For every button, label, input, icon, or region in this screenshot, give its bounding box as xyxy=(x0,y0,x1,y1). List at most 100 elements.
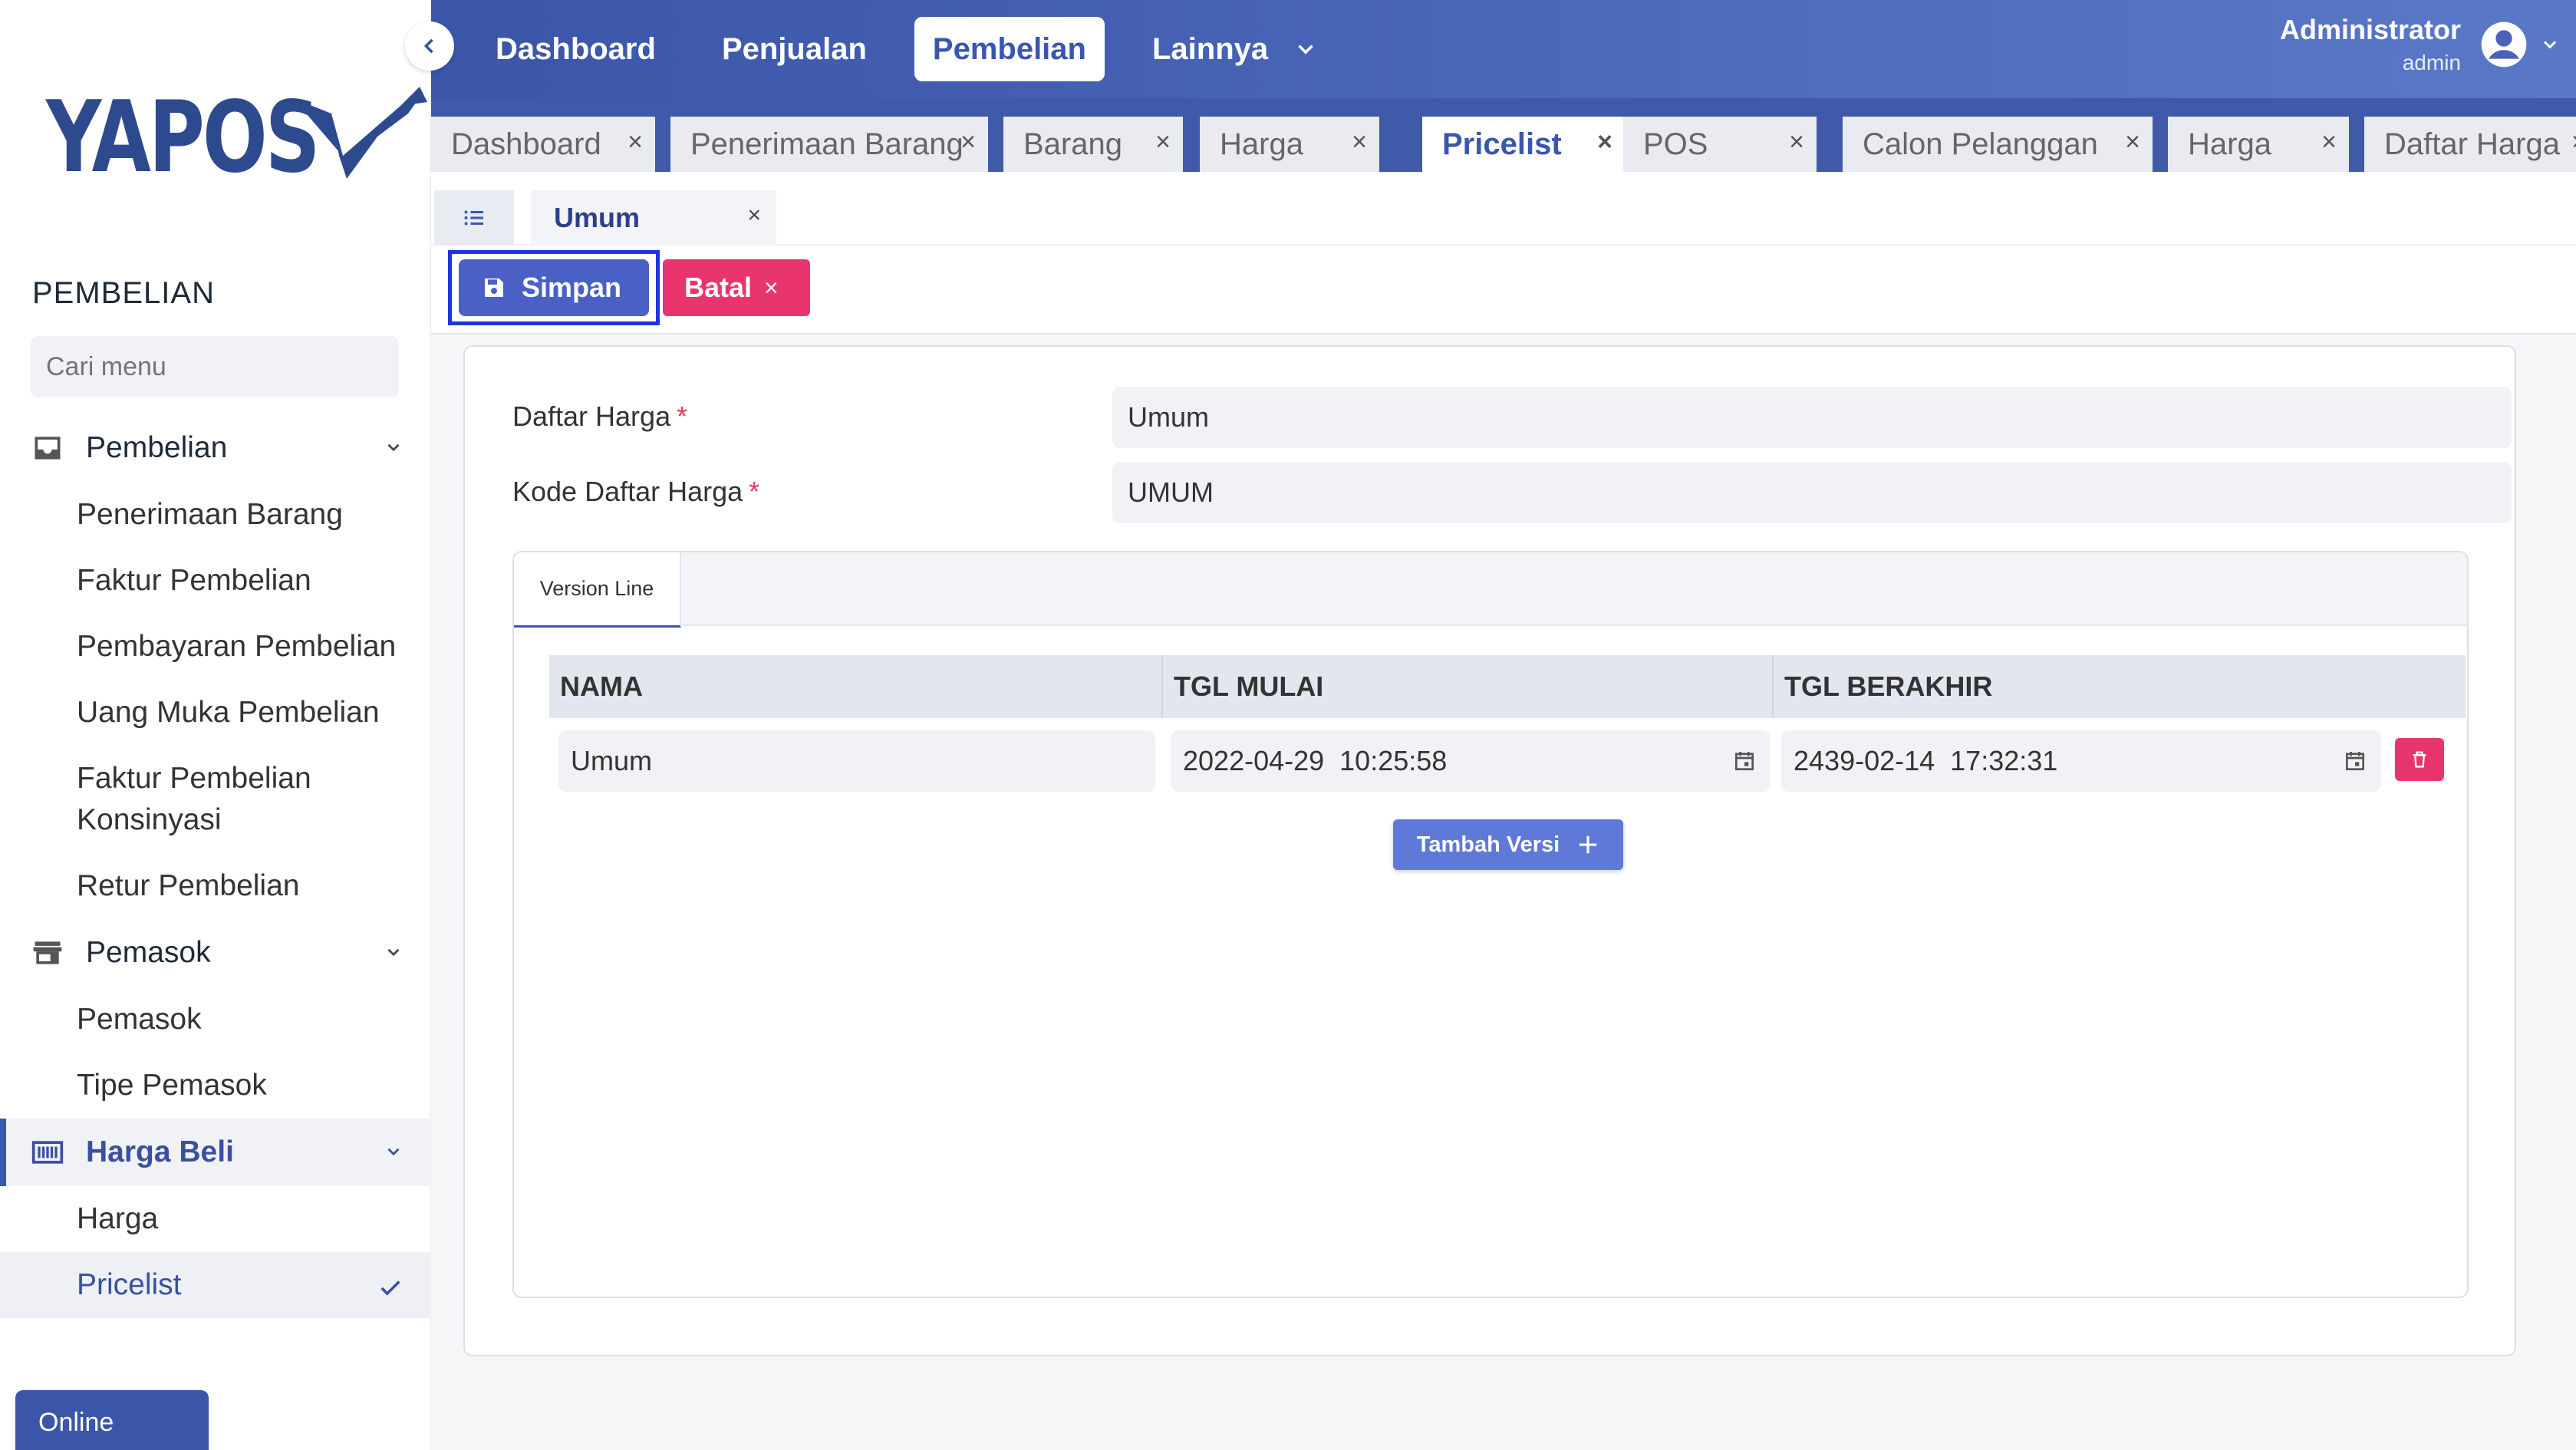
sidebar-item-faktur-pembelian[interactable]: Faktur Pembelian xyxy=(0,548,431,614)
close-icon[interactable]: × xyxy=(628,127,643,157)
cancel-button[interactable]: Batal × xyxy=(663,259,810,316)
nav-pembelian[interactable]: Pembelian xyxy=(914,17,1105,81)
tab-label: Dashboard xyxy=(451,127,601,161)
bird-logo-icon xyxy=(293,87,427,179)
inbox-tray-icon xyxy=(35,437,61,460)
top-nav: Dashboard Penjualan Pembelian Lainnya xyxy=(477,17,1319,81)
record-tabs: Umum × xyxy=(431,172,2576,246)
nama-input[interactable]: Umum xyxy=(558,730,1155,792)
sidebar-item-retur-pembelian[interactable]: Retur Pembelian xyxy=(0,853,431,919)
tab-label: Barang xyxy=(1023,127,1122,161)
chevron-left-icon xyxy=(423,38,433,54)
field-label: Daftar Harga * xyxy=(512,400,687,433)
floppy-disk-icon xyxy=(485,278,503,297)
tab-daftar-harga[interactable]: Daftar Harga × xyxy=(2364,117,2576,172)
list-icon xyxy=(464,210,483,226)
action-bar: Simpan Batal × xyxy=(431,246,2576,334)
tab-calon-pelanggan[interactable]: Calon Pelanggan × xyxy=(1843,117,2153,172)
tab-barang[interactable]: Barang × xyxy=(1003,117,1183,172)
main-content: Umum × Simpan Batal × Daftar Harga * Umum… xyxy=(431,172,2576,1450)
open-tabs-bar: Dashboard × Penerimaan Barang × Barang × Ha… xyxy=(431,98,2576,172)
tab-harga[interactable]: Harga × xyxy=(1200,117,1379,172)
sidebar-item-harga[interactable]: Harga xyxy=(0,1186,431,1252)
sidebar-group-harga-beli[interactable]: Harga Beli xyxy=(0,1119,431,1186)
calendar-icon[interactable] xyxy=(2343,749,2367,773)
sidebar-item-faktur-pembelian-konsinyasi[interactable]: Faktur Pembelian Konsinyasi xyxy=(0,746,399,853)
tab-label: Calon Pelanggan xyxy=(1863,127,2098,161)
barcode-icon xyxy=(31,1141,64,1164)
tab-penerimaan-barang[interactable]: Penerimaan Barang × xyxy=(670,117,988,172)
brand-name: YAPOS xyxy=(46,81,320,195)
close-icon[interactable]: × xyxy=(2571,127,2576,157)
close-icon[interactable]: × xyxy=(1352,127,1367,157)
sidebar-item-pembayaran-pembelian[interactable]: Pembayaran Pembelian xyxy=(0,614,431,680)
user-role: admin xyxy=(2402,51,2461,74)
cancel-button-label: Batal xyxy=(684,272,753,303)
top-navbar: Dashboard Penjualan Pembelian Lainnya Ad… xyxy=(431,0,2576,98)
sidebar-group-pemasok[interactable]: Pemasok xyxy=(0,919,431,987)
close-icon[interactable]: × xyxy=(1789,127,1804,157)
close-icon[interactable]: × xyxy=(747,203,761,229)
close-icon[interactable]: × xyxy=(2321,127,2337,157)
tab-version-line[interactable]: Version Line xyxy=(514,552,681,628)
kode-daftar-harga-input[interactable]: UMUM xyxy=(1112,462,2512,523)
required-mark: * xyxy=(749,476,760,507)
online-status-button[interactable]: Online xyxy=(15,1390,209,1450)
tgl-berakhir-input[interactable]: 2439-02-14 17:32:31 xyxy=(1781,730,2381,792)
close-icon[interactable]: × xyxy=(1155,127,1171,157)
form-row-daftar-harga: Daftar Harga * Umum xyxy=(512,387,2512,448)
sidebar-item-pemasok[interactable]: Pemasok xyxy=(0,987,431,1053)
chevron-down-icon xyxy=(387,948,400,957)
sidebar: YAPOS PEMBELIAN Pembelian Penerimaan Bar… xyxy=(0,0,431,1450)
tab-pricelist[interactable]: Pricelist × xyxy=(1422,117,1625,172)
close-icon[interactable]: × xyxy=(1597,127,1612,157)
menu-search-input[interactable] xyxy=(46,351,386,382)
tab-pos[interactable]: POS × xyxy=(1623,117,1817,172)
kode-daftar-harga-label: Kode Daftar Harga xyxy=(512,476,743,507)
daftar-harga-input[interactable]: Umum xyxy=(1112,387,2512,448)
panel-tab-strip: Version Line xyxy=(514,552,2467,628)
sidebar-group-label: Pemasok xyxy=(86,936,211,969)
user-names: Administrator admin xyxy=(2280,14,2461,75)
nav-penjualan[interactable]: Penjualan xyxy=(703,17,885,81)
sidebar-item-penerimaan-barang[interactable]: Penerimaan Barang xyxy=(0,482,431,548)
nav-lainnya[interactable]: Lainnya xyxy=(1134,17,1286,81)
chevron-down-icon xyxy=(387,443,400,452)
menu-search[interactable] xyxy=(31,336,399,397)
close-icon: × xyxy=(764,273,779,302)
sidebar-item-label: Pricelist xyxy=(77,1268,182,1301)
sidebar-collapse-button[interactable] xyxy=(405,21,454,71)
sidebar-item-uang-muka-pembelian[interactable]: Uang Muka Pembelian xyxy=(0,680,431,746)
tab-label: Pricelist xyxy=(1442,127,1562,161)
tab-label: Daftar Harga xyxy=(2384,127,2560,161)
calendar-icon[interactable] xyxy=(1732,749,1757,773)
tab-dashboard[interactable]: Dashboard × xyxy=(431,117,655,172)
required-mark: * xyxy=(677,400,688,432)
sidebar-group-pembelian[interactable]: Pembelian xyxy=(0,414,431,482)
nav-dashboard[interactable]: Dashboard xyxy=(477,17,674,81)
sidebar-menu: Pembelian Penerimaan Barang Faktur Pembe… xyxy=(0,414,431,1318)
save-button[interactable]: Simpan xyxy=(459,259,649,316)
sidebar-section-title: PEMBELIAN xyxy=(32,276,215,310)
tgl-mulai-input[interactable]: 2022-04-29 10:25:58 xyxy=(1171,730,1771,792)
daftar-harga-label: Daftar Harga xyxy=(512,400,671,432)
tab-label: Harga xyxy=(2188,127,2271,161)
trash-icon xyxy=(2413,751,2426,768)
chevron-down-icon[interactable] xyxy=(1293,36,1319,62)
close-icon[interactable]: × xyxy=(2125,127,2140,157)
table-row: Umum 2022-04-29 10:25:58 2439-02-14 17:3… xyxy=(549,730,2466,795)
close-icon[interactable]: × xyxy=(960,127,976,157)
tab-label: Harga xyxy=(1220,127,1303,161)
tab-harga-2[interactable]: Harga × xyxy=(2168,117,2349,172)
sidebar-item-tipe-pemasok[interactable]: Tipe Pemasok xyxy=(0,1053,431,1119)
checkmark-icon xyxy=(380,1280,400,1296)
add-version-button[interactable]: Tambah Versi xyxy=(1393,819,1623,870)
tgl-mulai-value: 2022-04-29 10:25:58 xyxy=(1183,745,1448,776)
sidebar-item-pricelist[interactable]: Pricelist xyxy=(0,1252,431,1318)
delete-row-button[interactable] xyxy=(2395,738,2444,781)
record-tab-umum[interactable]: Umum × xyxy=(531,190,776,246)
list-view-tab[interactable] xyxy=(434,190,514,246)
column-header-nama: NAMA xyxy=(549,655,1163,718)
user-menu[interactable]: Administrator admin xyxy=(2280,14,2561,75)
chevron-down-icon xyxy=(2543,41,2557,49)
